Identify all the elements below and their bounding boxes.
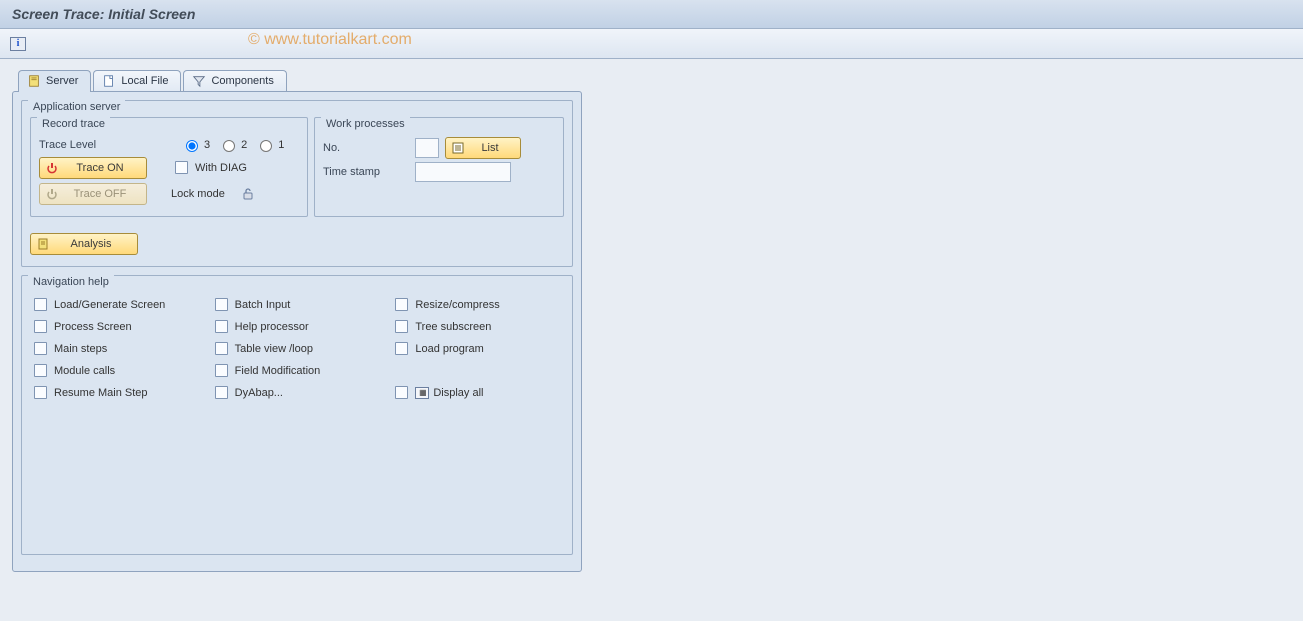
trace-level-label: Trace Level	[39, 139, 119, 151]
chk-main-steps[interactable]: Main steps	[30, 339, 203, 358]
nav-col-1: Load/Generate Screen Process Screen Main…	[30, 292, 203, 405]
chk-resume-main-step[interactable]: Resume Main Step	[30, 383, 203, 402]
nav-col-2: Batch Input Help processor Table view /l…	[211, 292, 384, 405]
info-icon[interactable]: i	[10, 37, 26, 51]
page-title: Screen Trace: Initial Screen	[0, 0, 1303, 29]
navigation-help-group: Navigation help Load/Generate Screen Pro…	[21, 275, 573, 555]
work-processes-group: Work processes No. List Time stamp	[314, 117, 564, 217]
filter-icon	[192, 74, 206, 88]
power-off-icon	[46, 188, 58, 200]
chk-help-processor[interactable]: Help processor	[211, 317, 384, 336]
chk-load-program[interactable]: Load program	[391, 339, 564, 358]
radio-2[interactable]: 2	[218, 137, 247, 152]
trace-off-label: Trace OFF	[64, 188, 136, 200]
app-toolbar: i © www.tutorialkart.com	[0, 29, 1303, 59]
nav-col-3: Resize/compress Tree subscreen Load prog…	[391, 292, 564, 405]
list-button[interactable]: List	[445, 137, 521, 159]
timestamp-label: Time stamp	[323, 166, 409, 178]
lock-icon[interactable]	[241, 187, 255, 201]
power-on-icon	[46, 162, 58, 174]
list-icon	[452, 142, 464, 154]
work-processes-legend: Work processes	[321, 117, 410, 131]
lock-mode-label: Lock mode	[171, 188, 225, 200]
tab-components-label: Components	[211, 75, 273, 87]
file-icon	[102, 74, 116, 88]
timestamp-input[interactable]	[415, 162, 511, 182]
chk-dyabap[interactable]: DyAbap...	[211, 383, 384, 402]
tab-server[interactable]: Server	[18, 70, 91, 92]
radio-3[interactable]: 3	[181, 137, 210, 152]
analysis-button-label: Analysis	[55, 238, 127, 250]
record-trace-group: Record trace Trace Level 3 2 1 Trace ON	[30, 117, 308, 217]
with-diag-label: With DIAG	[195, 162, 247, 174]
tab-localfile[interactable]: Local File	[93, 70, 181, 91]
tab-server-label: Server	[46, 75, 78, 87]
appserver-group: Application server Record trace Trace Le…	[21, 100, 573, 267]
tab-components[interactable]: Components	[183, 70, 286, 91]
trace-on-label: Trace ON	[64, 162, 136, 174]
with-diag-checkbox[interactable]: With DIAG	[171, 158, 247, 177]
trace-level-radios: 3 2 1	[181, 137, 284, 152]
list-button-label: List	[470, 142, 510, 154]
analysis-button[interactable]: Analysis	[30, 233, 138, 255]
server-panel: Application server Record trace Trace Le…	[12, 91, 582, 572]
server-icon	[27, 74, 41, 88]
chk-module-calls[interactable]: Module calls	[30, 361, 203, 380]
chk-process-screen[interactable]: Process Screen	[30, 317, 203, 336]
chk-tree-subscreen[interactable]: Tree subscreen	[391, 317, 564, 336]
chk-resize-compress[interactable]: Resize/compress	[391, 295, 564, 314]
chk-field-mod[interactable]: Field Modification	[211, 361, 384, 380]
chk-load-generate[interactable]: Load/Generate Screen	[30, 295, 203, 314]
analysis-icon	[37, 238, 49, 250]
chk-display-all[interactable]: ▦ Display all	[391, 383, 564, 402]
radio-1[interactable]: 1	[255, 137, 284, 152]
record-trace-legend: Record trace	[37, 117, 110, 131]
no-label: No.	[323, 142, 409, 154]
watermark: © www.tutorialkart.com	[248, 31, 412, 49]
tabstrip: Server Local File Components	[18, 69, 1291, 91]
trace-on-button[interactable]: Trace ON	[39, 157, 147, 179]
grid-icon: ▦	[415, 387, 429, 399]
trace-off-button: Trace OFF	[39, 183, 147, 205]
chk-batch-input[interactable]: Batch Input	[211, 295, 384, 314]
appserver-legend: Application server	[28, 100, 125, 114]
navigation-help-legend: Navigation help	[28, 275, 114, 289]
chk-table-view-loop[interactable]: Table view /loop	[211, 339, 384, 358]
tab-localfile-label: Local File	[121, 75, 168, 87]
no-input[interactable]	[415, 138, 439, 158]
